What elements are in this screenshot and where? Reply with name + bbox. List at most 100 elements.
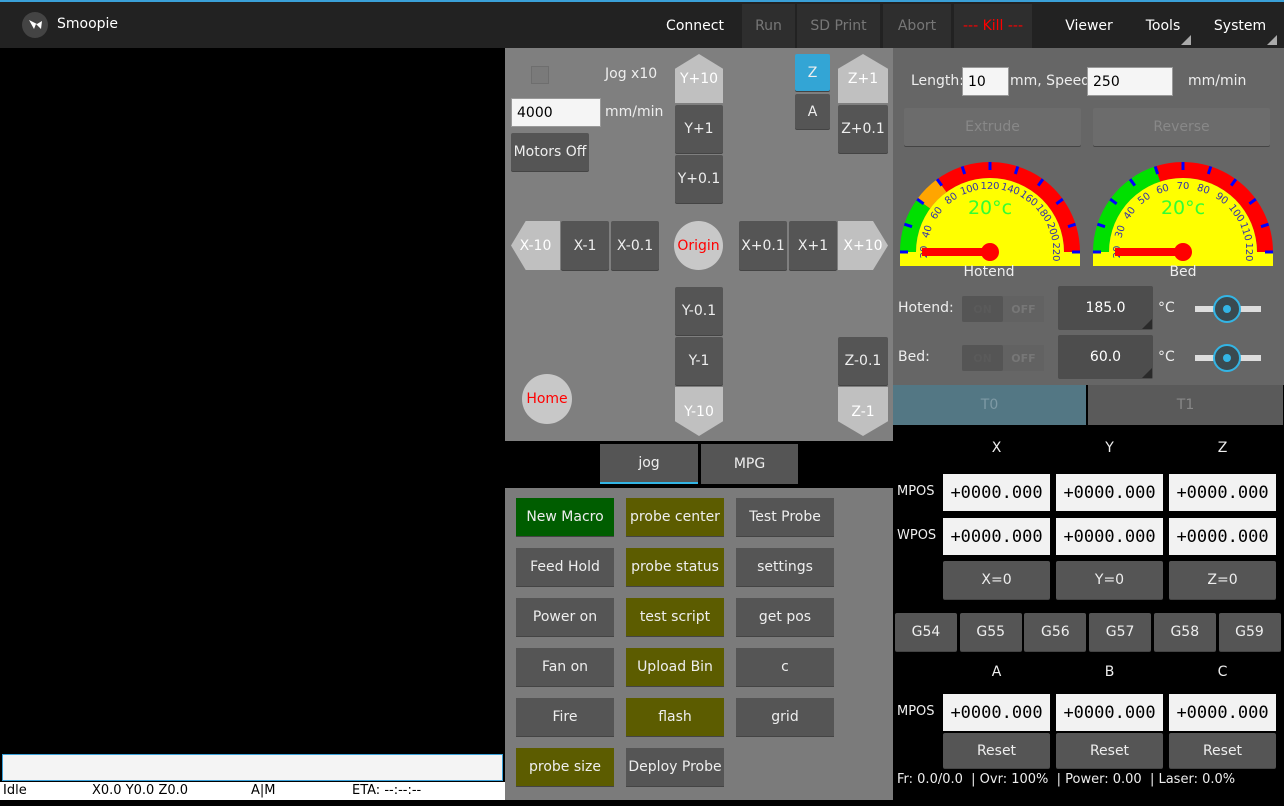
y-plus-01-button[interactable]: Y+0.1 xyxy=(675,155,723,203)
dropdown-corner-icon xyxy=(1267,35,1277,45)
axis-z-toggle[interactable]: Z xyxy=(795,54,830,91)
x-plus-01-button[interactable]: X+0.1 xyxy=(739,221,787,270)
feed-rate-input[interactable]: 4000 xyxy=(511,98,601,127)
switch-on: ON xyxy=(962,345,1003,371)
z-plus-1-button[interactable]: Z+1 xyxy=(838,54,888,103)
macro-button[interactable]: Fan on xyxy=(516,648,614,686)
tab-t1[interactable]: T1 xyxy=(1088,385,1283,425)
wcs-button-g56[interactable]: G56 xyxy=(1024,613,1087,651)
hotend-heater-switch[interactable]: ON OFF xyxy=(962,296,1044,322)
macro-button[interactable]: probe center xyxy=(626,498,724,536)
y-minus-01-button[interactable]: Y-0.1 xyxy=(675,287,723,335)
dropdown-corner-icon xyxy=(1181,35,1191,45)
mpos-field[interactable]: +0000.000 xyxy=(1169,474,1276,511)
bed-slider[interactable] xyxy=(1195,343,1261,373)
jog-panel: Jog x10 4000 mm/min Motors Off Y+10 Y+1 … xyxy=(505,48,893,441)
x-minus-10-button[interactable]: X-10 xyxy=(511,221,560,270)
length-input[interactable]: 10 xyxy=(962,67,1009,96)
macro-button[interactable]: flash xyxy=(626,698,724,736)
zero-axis-button[interactable]: Y=0 xyxy=(1056,561,1163,599)
y-minus-10-button[interactable]: Y-10 xyxy=(675,387,723,436)
command-input[interactable] xyxy=(2,754,503,781)
wcs-button-g59[interactable]: G59 xyxy=(1218,613,1281,651)
hotend-slider[interactable] xyxy=(1195,294,1261,324)
wcs-button-g57[interactable]: G57 xyxy=(1089,613,1152,651)
axis-header: X xyxy=(991,440,1002,456)
abort-button[interactable]: Abort xyxy=(883,4,951,48)
reset-button[interactable]: Reset xyxy=(1056,733,1163,768)
tab-t0[interactable]: T0 xyxy=(893,385,1086,425)
hotend-setpoint-input[interactable]: 185.0 xyxy=(1058,286,1153,330)
hotend-setpoint-value: 185.0 xyxy=(1085,300,1126,316)
extrude-button[interactable]: Extrude xyxy=(904,108,1081,146)
switch-off: OFF xyxy=(1011,302,1036,316)
slider-knob[interactable] xyxy=(1213,344,1241,372)
reverse-button[interactable]: Reverse xyxy=(1093,108,1270,146)
hotend-gauge-label: Hotend xyxy=(963,264,1015,280)
y-plus-1-button[interactable]: Y+1 xyxy=(675,105,723,153)
reset-button[interactable]: Reset xyxy=(1169,733,1276,768)
bed-setpoint-input[interactable]: 60.0 xyxy=(1058,335,1153,379)
home-button[interactable]: Home xyxy=(522,374,572,424)
wpos-field[interactable]: +0000.000 xyxy=(1169,518,1276,555)
bed-unit: °C xyxy=(1158,349,1175,365)
x-plus-10-button[interactable]: X+10 xyxy=(838,221,888,270)
hotend-unit: °C xyxy=(1158,300,1175,316)
slider-knob[interactable] xyxy=(1213,295,1241,323)
sd-print-button[interactable]: SD Print xyxy=(797,4,880,48)
macro-button[interactable]: probe size xyxy=(516,748,614,786)
viewer-button[interactable]: Viewer xyxy=(1050,4,1128,48)
y-minus-1-button[interactable]: Y-1 xyxy=(675,337,723,385)
connect-button[interactable]: Connect xyxy=(652,4,738,48)
jog-x10-checkbox[interactable] xyxy=(531,66,549,84)
wpos-field[interactable]: +0000.000 xyxy=(1056,518,1163,555)
system-menu[interactable]: System xyxy=(1200,4,1280,48)
mpos-field[interactable]: +0000.000 xyxy=(1169,694,1276,731)
macro-button[interactable]: Fire xyxy=(516,698,614,736)
x-minus-1-button[interactable]: X-1 xyxy=(561,221,609,270)
macro-button[interactable]: settings xyxy=(736,548,834,586)
bed-heater-switch[interactable]: ON OFF xyxy=(962,345,1044,371)
status-footer: Fr: 0.0/0.0 | Ovr: 100% | Power: 0.00 | … xyxy=(897,772,1236,787)
x-plus-1-button[interactable]: X+1 xyxy=(789,221,837,270)
macro-button[interactable]: probe status xyxy=(626,548,724,586)
wcs-button-g58[interactable]: G58 xyxy=(1153,613,1216,651)
axis-a-toggle[interactable]: A xyxy=(795,94,830,129)
macro-button[interactable]: Deploy Probe xyxy=(626,748,724,786)
viewer-area xyxy=(0,48,505,752)
origin-button[interactable]: Origin xyxy=(674,221,723,270)
zero-axis-button[interactable]: Z=0 xyxy=(1169,561,1276,599)
wcs-button-g54[interactable]: G54 xyxy=(895,613,957,651)
tools-menu[interactable]: Tools xyxy=(1132,4,1194,48)
mpos-field[interactable]: +0000.000 xyxy=(1056,474,1163,511)
wcs-button-g55[interactable]: G55 xyxy=(959,613,1022,651)
macro-button[interactable]: New Macro xyxy=(516,498,614,536)
tab-mpg[interactable]: MPG xyxy=(701,444,798,484)
wpos-field[interactable]: +0000.000 xyxy=(943,518,1050,555)
macro-button[interactable]: Test Probe xyxy=(736,498,834,536)
macro-button[interactable]: grid xyxy=(736,698,834,736)
macro-button[interactable]: get pos xyxy=(736,598,834,636)
z-minus-01-button[interactable]: Z-0.1 xyxy=(838,337,888,385)
macro-button[interactable]: c xyxy=(736,648,834,686)
macro-button[interactable]: Upload Bin xyxy=(626,648,724,686)
macro-button[interactable]: test script xyxy=(626,598,724,636)
speed-input[interactable]: 250 xyxy=(1087,67,1173,96)
y-plus-10-button[interactable]: Y+10 xyxy=(675,54,723,103)
run-button[interactable]: Run xyxy=(742,4,795,48)
z-minus-1-button[interactable]: Z-1 xyxy=(838,387,888,436)
tab-jog[interactable]: jog xyxy=(600,444,698,484)
wpos-label: WPOS xyxy=(897,528,937,543)
macro-button[interactable]: Power on xyxy=(516,598,614,636)
zero-axis-button[interactable]: X=0 xyxy=(943,561,1050,599)
mpos-field[interactable]: +0000.000 xyxy=(943,474,1050,511)
z-plus-01-button[interactable]: Z+0.1 xyxy=(838,105,888,153)
macro-button[interactable]: Feed Hold xyxy=(516,548,614,586)
reset-button[interactable]: Reset xyxy=(943,733,1050,768)
motors-off-button[interactable]: Motors Off xyxy=(511,133,589,171)
mpos-field[interactable]: +0000.000 xyxy=(943,694,1050,731)
kill-button[interactable]: --- Kill --- xyxy=(954,4,1032,48)
macro-panel: New Macro probe center Test Probe Feed Hold… xyxy=(505,488,893,800)
x-minus-01-button[interactable]: X-0.1 xyxy=(611,221,659,270)
mpos-field[interactable]: +0000.000 xyxy=(1056,694,1163,731)
